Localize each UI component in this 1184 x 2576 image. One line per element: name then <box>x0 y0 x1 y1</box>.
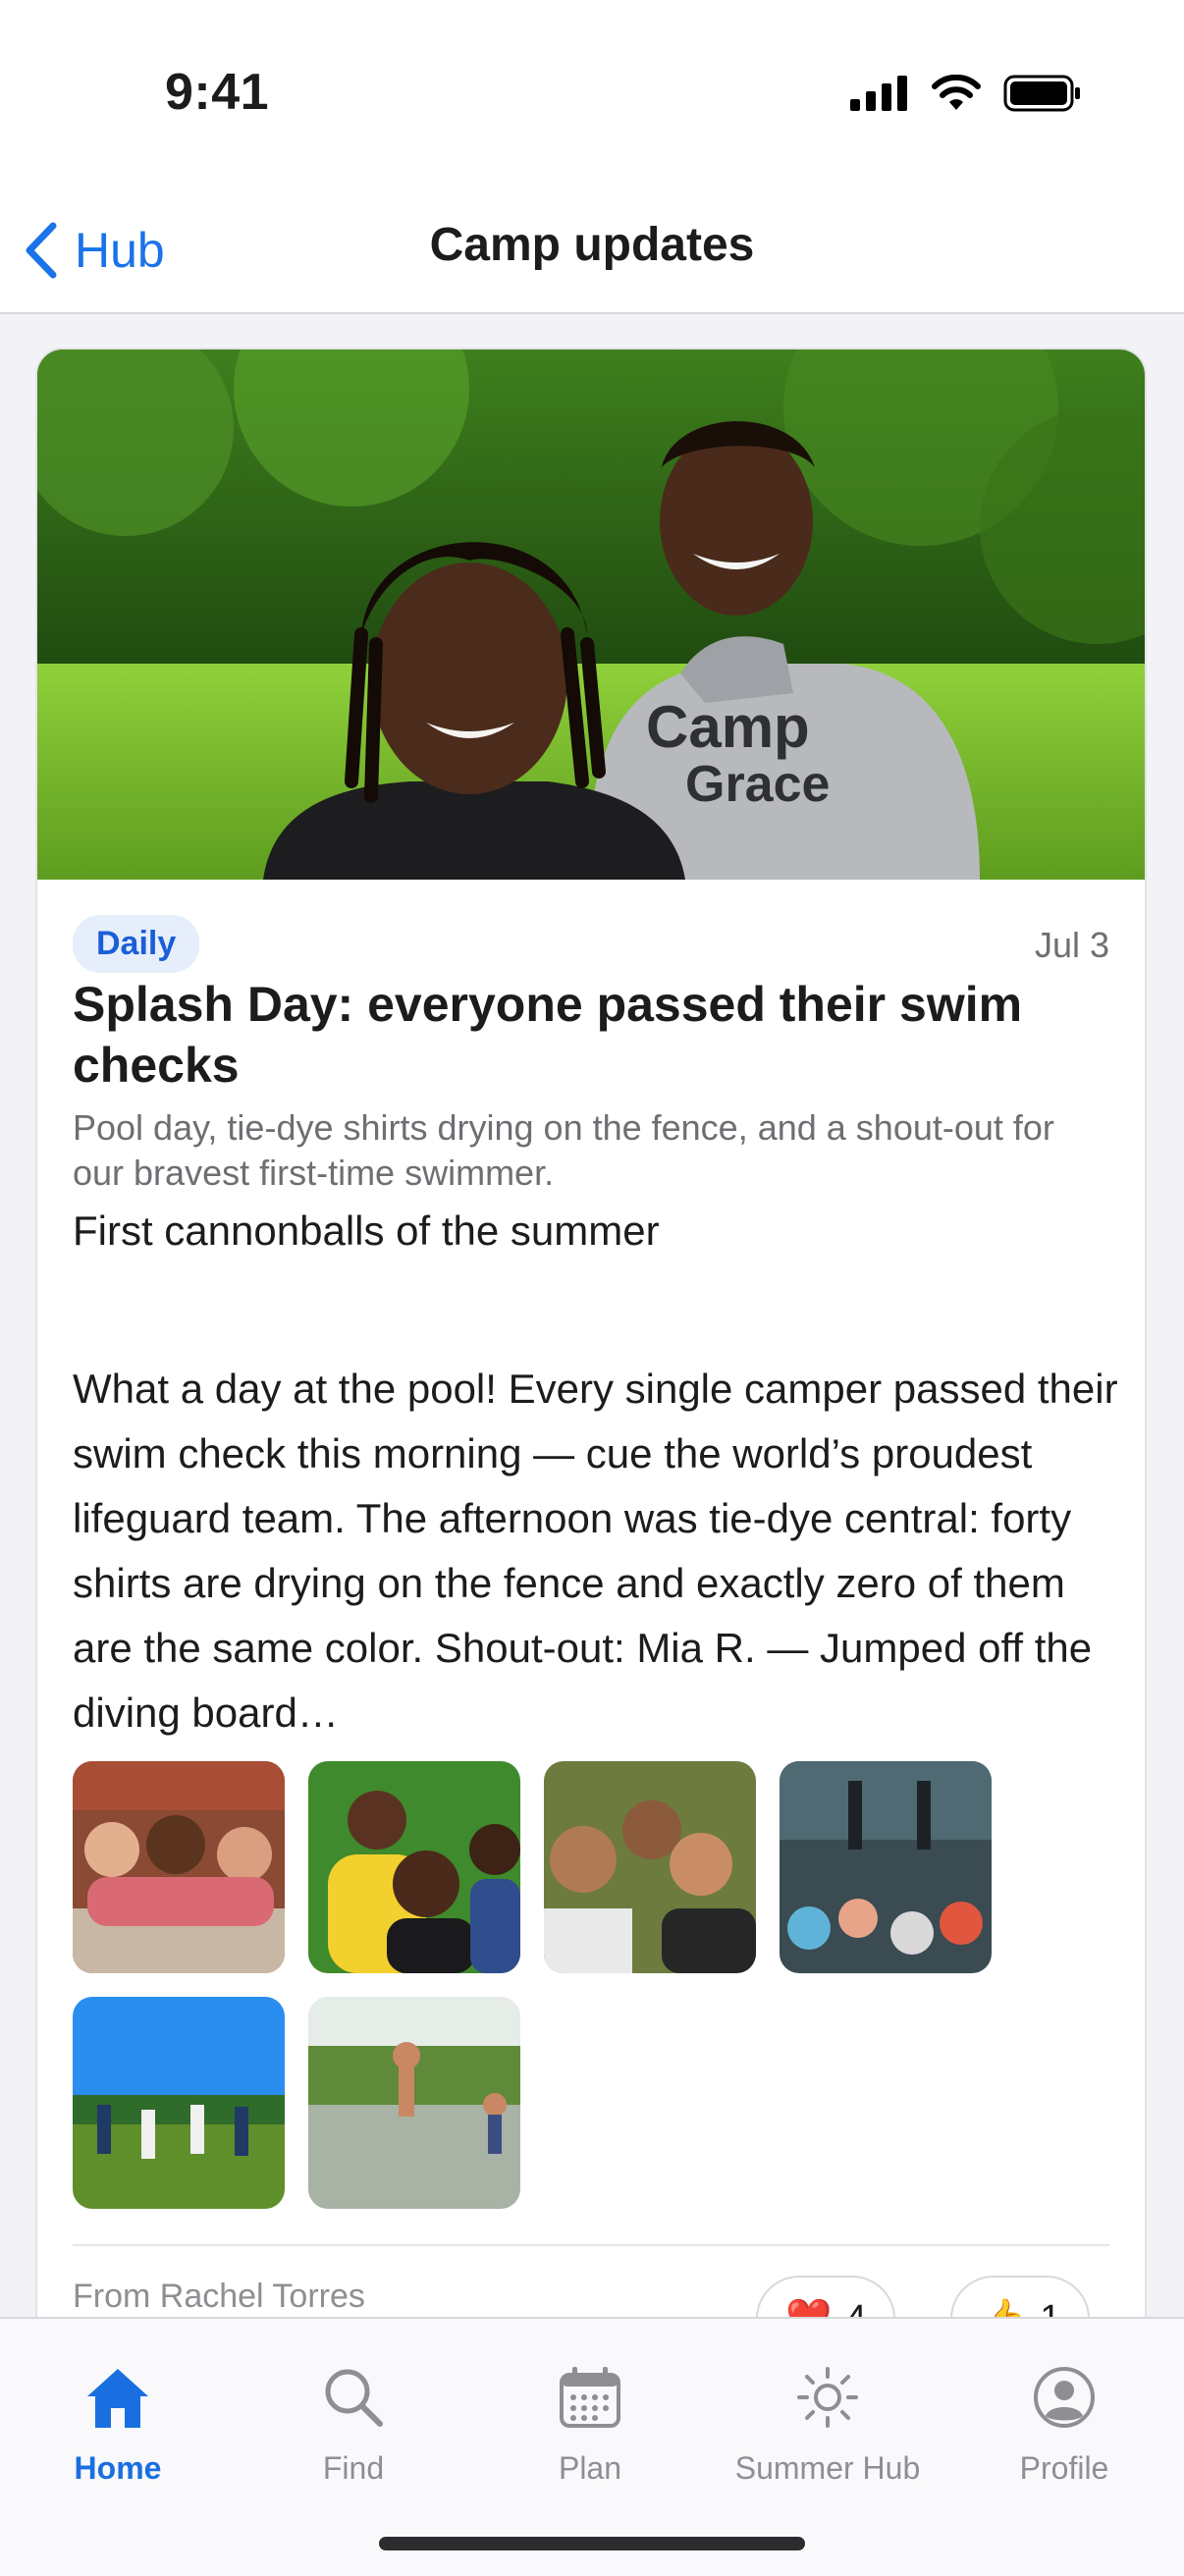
person-circle-icon <box>1034 2367 1095 2428</box>
calendar-icon <box>560 2367 620 2428</box>
photo-thumbnail[interactable] <box>73 1997 285 2209</box>
card-divider <box>73 2244 1109 2246</box>
post-lead: First cannonballs of the summer <box>73 1208 660 1254</box>
tab-label: Find <box>322 2450 385 2486</box>
hero-photo[interactable]: Camp Grace <box>37 349 1145 880</box>
reaction-count: 4 <box>845 2298 866 2318</box>
photo-thumbnail[interactable] <box>308 1997 520 2209</box>
post-title: Splash Day: everyone passed their swim c… <box>73 977 1023 1093</box>
update-card[interactable]: Camp Grace Daily Jul 3 Splash Day: every… <box>37 349 1145 2317</box>
sun-icon <box>797 2367 858 2428</box>
tab-label: Plan <box>558 2450 622 2486</box>
cellular-signal-icon <box>850 76 907 111</box>
tab-label: Home <box>74 2450 162 2486</box>
navigation-bar: Hub Camp updates <box>0 187 1184 314</box>
tab-plan[interactable]: Plan <box>472 2358 708 2487</box>
thumbs-up-icon: 👍 <box>980 2297 1026 2317</box>
home-indicator[interactable] <box>379 2537 805 2550</box>
scroll-content[interactable]: Camp Grace Daily Jul 3 Splash Day: every… <box>0 314 1184 2317</box>
photo-thumbnail[interactable] <box>73 1761 285 1973</box>
photo-thumbnail[interactable] <box>308 1761 520 1973</box>
battery-icon <box>1003 75 1080 112</box>
status-bar: 9:41 <box>0 0 1184 187</box>
post-date: Jul 3 <box>1034 925 1109 965</box>
post-author: From Rachel Torres <box>73 2278 365 2315</box>
house-icon <box>87 2369 148 2428</box>
status-time: 9:41 <box>165 64 270 121</box>
reaction-count: 1 <box>1040 2298 1060 2318</box>
tab-home[interactable]: Home <box>0 2358 236 2487</box>
photo-thumbnail[interactable] <box>780 1761 992 1973</box>
post-subtitle: Pool day, tie-dye shirts drying on the f… <box>73 1107 1054 1193</box>
category-badge: Daily <box>73 915 200 973</box>
svg-text:Camp: Camp <box>646 694 810 760</box>
tab-label: Profile <box>1019 2450 1109 2486</box>
tab-label: Summer Hub <box>734 2450 921 2486</box>
wifi-icon <box>932 75 981 110</box>
tab-find[interactable]: Find <box>236 2358 471 2487</box>
tab-summer-hub[interactable]: Summer Hub <box>710 2358 945 2487</box>
page-title: Camp updates <box>429 219 755 271</box>
post-body: What a day at the pool! Every single cam… <box>73 1366 1118 1736</box>
reaction-heart-button[interactable]: ❤️ 4 <box>756 2276 896 2318</box>
heart-icon: ❤️ <box>785 2297 832 2317</box>
svg-text:Grace: Grace <box>685 756 830 813</box>
tab-profile[interactable]: Profile <box>946 2358 1182 2487</box>
status-icons <box>850 75 1082 112</box>
photo-thumbnail[interactable] <box>544 1761 756 1973</box>
reaction-thumbs-up-button[interactable]: 👍 1 <box>950 2276 1091 2318</box>
magnifier-icon <box>325 2369 383 2427</box>
